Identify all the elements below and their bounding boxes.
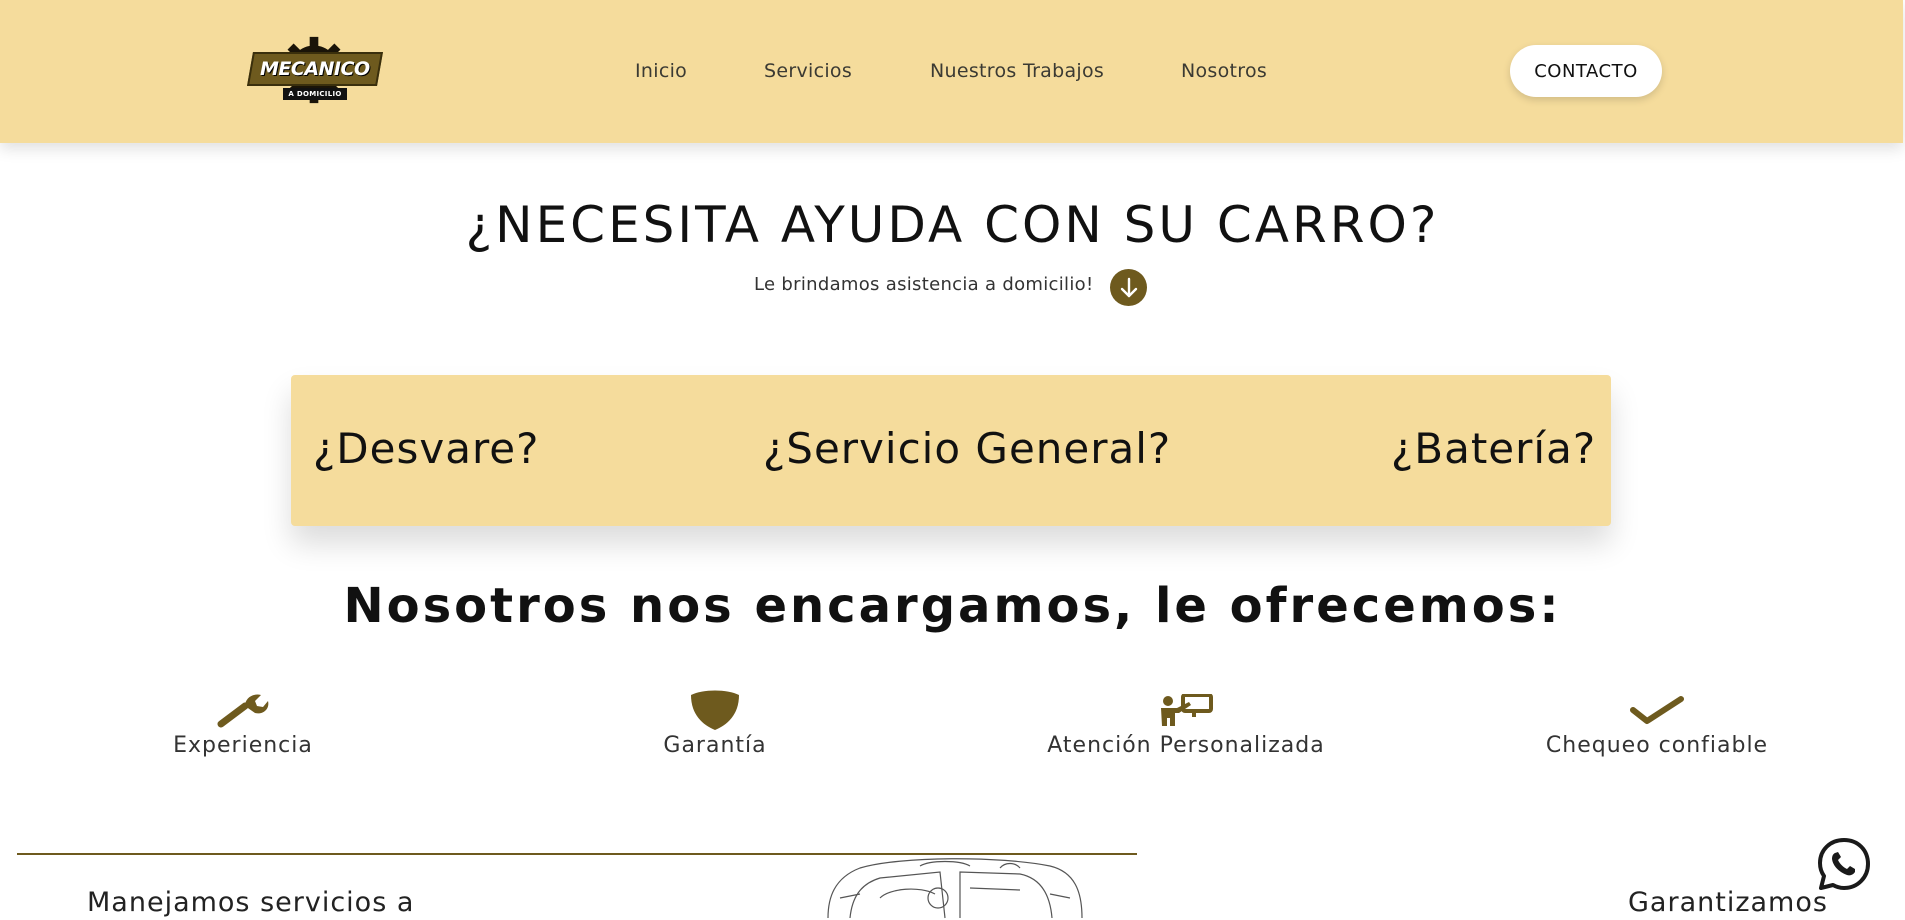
checkmark-icon: [1630, 696, 1684, 724]
page: MECANICO A DOMICILIO Inicio Servicios Nu…: [0, 0, 1905, 920]
nav-item-inicio[interactable]: Inicio: [635, 60, 687, 82]
section-divider: [17, 853, 1137, 855]
feature-atencion-personalizada: Atención Personalizada: [1036, 690, 1336, 758]
car-sketch-image: [827, 858, 1083, 919]
services-intro-text: Manejamos servicios a: [87, 887, 415, 918]
guarantee-intro-text: Garantizamos: [1628, 887, 1828, 918]
feature-label: Garantía: [663, 733, 767, 758]
whatsapp-icon: [1818, 838, 1870, 890]
site-logo[interactable]: MECANICO A DOMICILIO: [247, 30, 383, 112]
feature-experiencia: Experiencia: [93, 690, 393, 758]
feature-label: Chequeo confiable: [1545, 733, 1769, 758]
feature-label: Experiencia: [173, 733, 313, 758]
wrench-icon: [217, 694, 269, 728]
logo-subtext: A DOMICILIO: [283, 88, 347, 100]
site-header: MECANICO A DOMICILIO Inicio Servicios Nu…: [0, 0, 1903, 143]
question-servicio-general: ¿Servicio General?: [763, 424, 1172, 473]
hero-subtitle: Le brindamos asistencia a domicilio!: [754, 274, 1094, 295]
nav-item-nuestros-trabajos[interactable]: Nuestros Trabajos: [930, 60, 1104, 82]
arrow-down-icon: [1120, 277, 1137, 297]
question-desvare: ¿Desvare?: [313, 424, 540, 473]
presenter-icon: [1161, 694, 1213, 726]
feature-label: Atención Personalizada: [1047, 733, 1325, 758]
logo-text: MECANICO: [260, 58, 370, 80]
question-bateria: ¿Batería?: [1391, 424, 1597, 473]
feature-garantia: Garantía: [565, 690, 865, 758]
whatsapp-button[interactable]: [1812, 833, 1876, 897]
shield-icon: [691, 690, 739, 730]
offer-title: Nosotros nos encargamos, le ofrecemos:: [343, 578, 1562, 634]
services-question-band: ¿Desvare? ¿Servicio General? ¿Batería?: [291, 375, 1611, 526]
contact-button[interactable]: CONTACTO: [1510, 45, 1662, 97]
scroll-down-button[interactable]: [1110, 269, 1147, 306]
hero-title: ¿NECESITA AYUDA CON SU CARRO?: [465, 196, 1440, 254]
logo-banner: MECANICO: [247, 52, 383, 86]
nav-item-servicios[interactable]: Servicios: [764, 60, 852, 82]
feature-chequeo-confiable: Chequeo confiable: [1507, 690, 1807, 758]
nav-item-nosotros[interactable]: Nosotros: [1181, 60, 1267, 82]
